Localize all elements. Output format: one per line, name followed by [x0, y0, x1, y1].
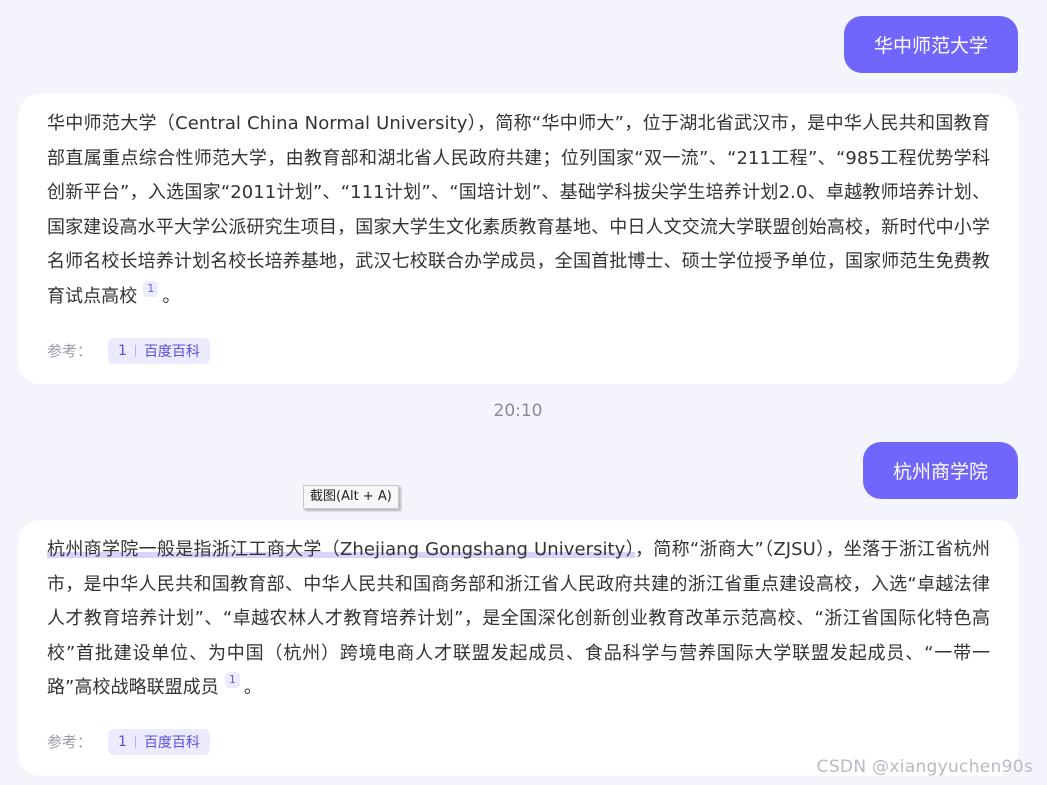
reference-chip-baidu-baike[interactable]: 1 百度百科: [108, 337, 210, 364]
user-message-bubble: 杭州商学院: [862, 442, 1018, 499]
reference-separator: [134, 735, 136, 748]
answer-body: ，简称“浙商大”（ZJSU），坐落于浙江省杭州市，是中华人民共和国教育部、中华人…: [47, 539, 991, 699]
answer-end: 。: [243, 677, 262, 699]
user-message-bubble: 华中师范大学: [843, 16, 1018, 73]
assistant-answer-card: 华中师范大学（Central China Normal University），…: [18, 94, 1018, 384]
answer-end: 。: [162, 285, 181, 307]
reference-number: 1: [118, 342, 127, 359]
csdn-watermark: CSDN @xiangyuchen90s: [816, 757, 1033, 777]
answer-selected-text[interactable]: 杭州商学院一般是指浙江工商大学（Zhejiang Gongshang Unive…: [47, 539, 635, 560]
answer-text: 杭州商学院一般是指浙江工商大学（Zhejiang Gongshang Unive…: [47, 533, 990, 706]
user-message-text: 华中师范大学: [873, 35, 988, 57]
reference-row: 参考： 1 百度百科: [47, 337, 990, 364]
answer-body: 华中师范大学（Central China Normal University），…: [47, 113, 990, 307]
citation-marker[interactable]: 1: [143, 280, 159, 297]
user-message-text: 杭州商学院: [892, 461, 988, 483]
reference-label: 参考：: [47, 733, 93, 752]
reference-chip-baidu-baike[interactable]: 1 百度百科: [108, 728, 210, 755]
screenshot-tooltip: 截图(Alt + A): [303, 485, 399, 509]
reference-label: 参考：: [47, 342, 93, 361]
reference-separator: [134, 344, 136, 357]
answer-text: 华中师范大学（Central China Normal University），…: [47, 107, 990, 315]
reference-source: 百度百科: [143, 734, 200, 751]
reference-source: 百度百科: [143, 343, 200, 360]
assistant-answer-card: 杭州商学院一般是指浙江工商大学（Zhejiang Gongshang Unive…: [18, 520, 1018, 776]
reference-row: 参考： 1 百度百科: [47, 728, 990, 755]
reference-number: 1: [118, 733, 127, 750]
citation-marker[interactable]: 1: [224, 672, 240, 689]
message-timestamp: 20:10: [493, 401, 543, 421]
